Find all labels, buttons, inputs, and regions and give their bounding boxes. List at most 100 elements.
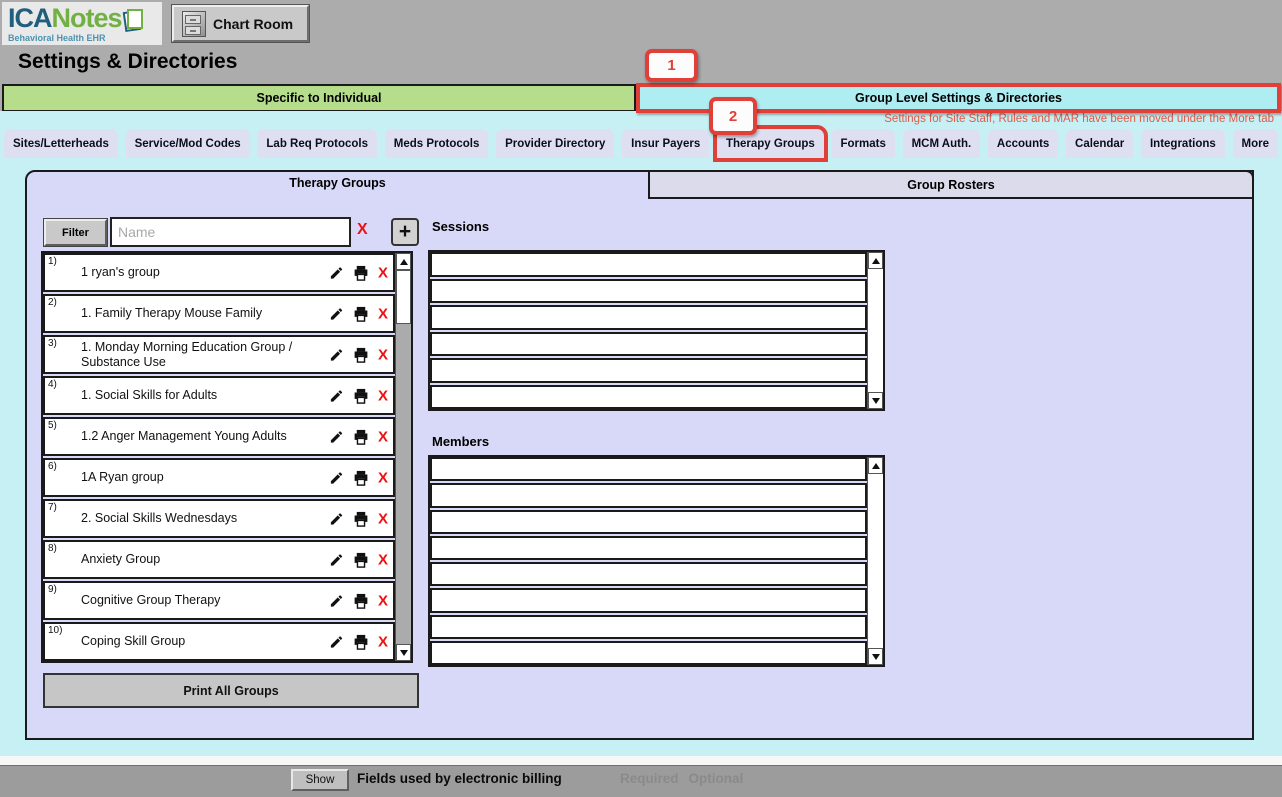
edit-pencil-icon[interactable] bbox=[329, 265, 344, 280]
scroll-up-button[interactable] bbox=[868, 252, 883, 269]
add-group-button[interactable]: + bbox=[391, 218, 419, 246]
print-icon[interactable] bbox=[352, 387, 370, 404]
delete-x-icon[interactable]: X bbox=[378, 633, 388, 650]
edit-pencil-icon[interactable] bbox=[329, 634, 344, 649]
subtab-therapy-groups[interactable]: Therapy Groups bbox=[27, 176, 648, 190]
nav-tab-service-mod-codes[interactable]: Service/Mod Codes bbox=[126, 129, 250, 158]
edit-pencil-icon[interactable] bbox=[329, 470, 344, 485]
subtab-group-rosters[interactable]: Group Rosters bbox=[648, 170, 1254, 199]
content-region: Settings for Site Staff, Rules and MAR h… bbox=[0, 111, 1282, 756]
footer-bar: Show Fields used by electronic billing R… bbox=[0, 765, 1282, 797]
therapy-group-row[interactable]: 10)Coping Skill GroupX bbox=[43, 622, 395, 661]
member-row-empty[interactable] bbox=[430, 536, 867, 560]
therapy-group-row[interactable]: 3)1. Monday Morning Education Group / Su… bbox=[43, 335, 395, 374]
print-icon[interactable] bbox=[352, 469, 370, 486]
therapy-group-row[interactable]: 6)1A Ryan groupX bbox=[43, 458, 395, 497]
group-name: 1 ryan's group bbox=[81, 255, 315, 290]
session-row-empty[interactable] bbox=[430, 358, 867, 383]
member-row-empty[interactable] bbox=[430, 588, 867, 612]
edit-pencil-icon[interactable] bbox=[329, 429, 344, 444]
nav-tab-provider-directory[interactable]: Provider Directory bbox=[496, 129, 614, 158]
therapy-group-row[interactable]: 1)1 ryan's groupX bbox=[43, 253, 395, 292]
nav-tab-more[interactable]: More bbox=[1233, 129, 1278, 158]
print-icon[interactable] bbox=[352, 305, 370, 322]
nav-tab-meds-protocols[interactable]: Meds Protocols bbox=[385, 129, 489, 158]
show-billing-fields-button[interactable]: Show bbox=[291, 769, 349, 791]
delete-x-icon[interactable]: X bbox=[378, 264, 388, 281]
nav-tab-sites-letterheads[interactable]: Sites/Letterheads bbox=[4, 129, 118, 158]
print-icon[interactable] bbox=[352, 510, 370, 527]
moved-settings-notice: Settings for Site Staff, Rules and MAR h… bbox=[884, 113, 1274, 125]
session-row-empty[interactable] bbox=[430, 279, 867, 304]
group-list-scrollbar[interactable] bbox=[395, 253, 411, 661]
delete-x-icon[interactable]: X bbox=[378, 469, 388, 486]
arrow-up-icon bbox=[872, 258, 880, 264]
member-row-empty[interactable] bbox=[430, 457, 867, 481]
tab-specific-to-individual[interactable]: Specific to Individual bbox=[2, 84, 636, 112]
scroll-up-button[interactable] bbox=[396, 253, 411, 270]
nav-tab-calendar[interactable]: Calendar bbox=[1066, 129, 1133, 158]
delete-x-icon[interactable]: X bbox=[378, 510, 388, 527]
print-icon[interactable] bbox=[352, 346, 370, 363]
group-row-actions: X bbox=[329, 346, 388, 363]
nav-tab-lab-req-protocols[interactable]: Lab Req Protocols bbox=[257, 129, 377, 158]
members-scrollbar[interactable] bbox=[867, 457, 883, 665]
session-row-empty[interactable] bbox=[430, 305, 867, 330]
nav-tab-insur-payers[interactable]: Insur Payers bbox=[622, 129, 709, 158]
print-icon[interactable] bbox=[352, 264, 370, 281]
delete-x-icon[interactable]: X bbox=[378, 346, 388, 363]
scroll-up-button[interactable] bbox=[868, 457, 883, 474]
therapy-group-row[interactable]: 4)1. Social Skills for AdultsX bbox=[43, 376, 395, 415]
member-row-empty[interactable] bbox=[430, 510, 867, 534]
nav-tab-mcm-auth[interactable]: MCM Auth. bbox=[903, 129, 981, 158]
session-row-empty[interactable] bbox=[430, 252, 867, 277]
document-icon bbox=[124, 8, 144, 32]
scrollbar-thumb[interactable] bbox=[396, 270, 411, 324]
scroll-down-button[interactable] bbox=[396, 644, 411, 661]
print-icon[interactable] bbox=[352, 428, 370, 445]
print-icon[interactable] bbox=[352, 551, 370, 568]
sessions-scrollbar[interactable] bbox=[867, 252, 883, 409]
member-row-empty[interactable] bbox=[430, 483, 867, 507]
required-label: Required bbox=[620, 771, 679, 786]
nav-tab-formats[interactable]: Formats bbox=[831, 129, 894, 158]
member-row-empty[interactable] bbox=[430, 641, 867, 665]
therapy-group-row[interactable]: 5)1.2 Anger Management Young AdultsX bbox=[43, 417, 395, 456]
edit-pencil-icon[interactable] bbox=[329, 306, 344, 321]
session-row-empty[interactable] bbox=[430, 385, 867, 410]
billing-legend: Required Optional bbox=[620, 771, 743, 786]
group-name: 1.2 Anger Management Young Adults bbox=[81, 419, 315, 454]
edit-pencil-icon[interactable] bbox=[329, 388, 344, 403]
therapy-group-row[interactable]: 9)Cognitive Group TherapyX bbox=[43, 581, 395, 620]
print-icon[interactable] bbox=[352, 592, 370, 609]
nav-tab-integrations[interactable]: Integrations bbox=[1141, 129, 1225, 158]
edit-pencil-icon[interactable] bbox=[329, 593, 344, 608]
clear-filter-icon[interactable]: X bbox=[357, 221, 368, 239]
nav-tab-accounts[interactable]: Accounts bbox=[988, 129, 1058, 158]
group-name-filter-input[interactable] bbox=[110, 217, 351, 247]
therapy-group-row[interactable]: 2)1. Family Therapy Mouse FamilyX bbox=[43, 294, 395, 333]
delete-x-icon[interactable]: X bbox=[378, 592, 388, 609]
group-row-actions: X bbox=[329, 633, 388, 650]
session-row-empty[interactable] bbox=[430, 332, 867, 357]
delete-x-icon[interactable]: X bbox=[378, 551, 388, 568]
edit-pencil-icon[interactable] bbox=[329, 347, 344, 362]
annotation-callout-1: 1 bbox=[645, 49, 698, 82]
member-row-empty[interactable] bbox=[430, 615, 867, 639]
print-all-groups-button[interactable]: Print All Groups bbox=[43, 673, 419, 708]
delete-x-icon[interactable]: X bbox=[378, 387, 388, 404]
print-icon[interactable] bbox=[352, 633, 370, 650]
scroll-down-button[interactable] bbox=[868, 392, 883, 409]
therapy-group-row[interactable]: 8)Anxiety GroupX bbox=[43, 540, 395, 579]
delete-x-icon[interactable]: X bbox=[378, 428, 388, 445]
therapy-group-row[interactable]: 7)2. Social Skills WednesdaysX bbox=[43, 499, 395, 538]
delete-x-icon[interactable]: X bbox=[378, 305, 388, 322]
scroll-down-button[interactable] bbox=[868, 648, 883, 665]
member-row-empty[interactable] bbox=[430, 562, 867, 586]
filter-button[interactable]: Filter bbox=[44, 219, 107, 246]
edit-pencil-icon[interactable] bbox=[329, 511, 344, 526]
arrow-down-icon bbox=[872, 654, 880, 660]
edit-pencil-icon[interactable] bbox=[329, 552, 344, 567]
logo-wordmark: ICANotes bbox=[8, 5, 162, 32]
chart-room-button[interactable]: Chart Room bbox=[172, 5, 309, 42]
